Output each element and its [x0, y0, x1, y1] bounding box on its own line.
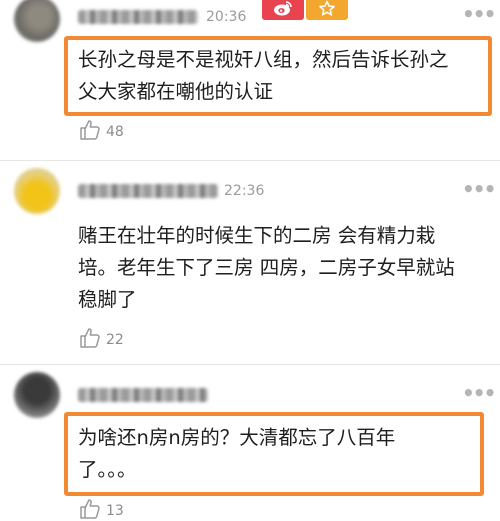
like-count: 22	[106, 332, 124, 348]
username[interactable]	[78, 388, 208, 402]
avatar[interactable]	[14, 0, 60, 42]
like-button[interactable]: 48	[78, 118, 124, 142]
like-button[interactable]: 22	[78, 326, 124, 350]
like-count: 48	[106, 124, 124, 140]
comment-text-line: 赌王在壮年的时候生下的二房 会有精力栽	[78, 224, 436, 247]
comment-text-line: 父大家都在嘲他的认证	[78, 80, 274, 103]
comment-text-line: 为啥还n房n房的？大清都忘了八百年	[78, 426, 396, 449]
avatar[interactable]	[14, 168, 60, 214]
star-badge[interactable]	[306, 0, 348, 20]
divider	[0, 364, 500, 365]
like-button[interactable]: 13	[78, 497, 124, 521]
username[interactable]	[78, 184, 218, 198]
thumbs-up-icon	[78, 497, 102, 521]
comment-text: 长孙之母是不是视奸八组，然后告诉长孙之 父大家都在嘲他的认证	[78, 44, 449, 108]
thumbs-up-icon	[78, 118, 102, 142]
comment-time: 20:36	[206, 9, 247, 25]
more-options-icon[interactable]: •••	[462, 179, 496, 199]
weibo-badge[interactable]	[262, 0, 304, 20]
comment-text-line: 了。。。	[78, 458, 137, 481]
comment-time: 22:36	[224, 183, 265, 199]
weibo-icon	[273, 0, 293, 20]
more-options-icon[interactable]: •••	[462, 4, 496, 24]
comment-text-line: 稳脚了	[78, 288, 137, 311]
comment-text: 为啥还n房n房的？大清都忘了八百年 了。。。	[78, 422, 395, 486]
comment-text: 赌王在壮年的时候生下的二房 会有精力栽 培。老年生下了三房 四房，二房子女早就站…	[78, 220, 455, 316]
more-options-icon[interactable]: •••	[462, 383, 496, 403]
comment-text-line: 长孙之母是不是视奸八组，然后告诉长孙之	[78, 48, 449, 71]
thumbs-up-icon	[78, 326, 102, 350]
like-count: 13	[106, 503, 124, 519]
comment-text-line: 培。老年生下了三房 四房，二房子女早就站	[78, 256, 455, 279]
username[interactable]	[78, 10, 198, 24]
avatar[interactable]	[14, 372, 60, 418]
star-icon	[318, 0, 336, 21]
divider	[0, 160, 500, 161]
